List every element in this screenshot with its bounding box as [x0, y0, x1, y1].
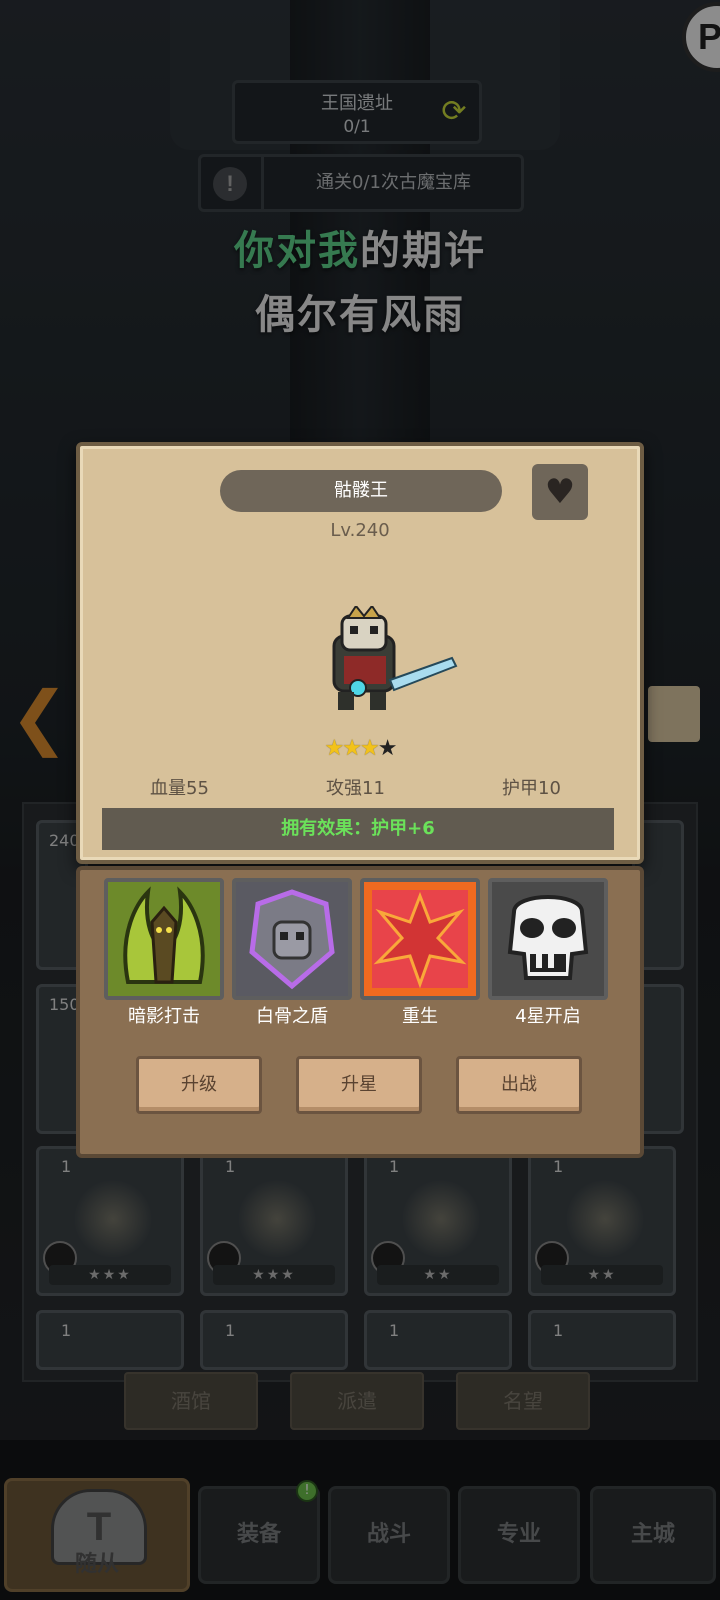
skill-panel: 暗影打击 白骨之盾 重生 4星开启 升级 升星 出战	[76, 866, 644, 1158]
star-filled-icon: ★	[324, 736, 345, 761]
skill-label: 4星开启	[515, 1006, 581, 1027]
hero-detail-panel: 骷髅王 ♥ Lv.240 ★★★★ 血量55 攻强11 护甲10 拥有效果：护甲…	[76, 442, 644, 864]
skill-label: 白骨之盾	[256, 1006, 328, 1027]
star-empty-icon: ★	[377, 736, 398, 761]
star-filled-icon: ★	[360, 736, 380, 761]
skill-label: 暗影打击	[128, 1006, 200, 1027]
upgrade-button[interactable]: 升级	[136, 1056, 262, 1114]
deploy-button[interactable]: 出战	[456, 1056, 582, 1114]
skill-slot[interactable]	[360, 878, 480, 1000]
skill-slot[interactable]	[232, 878, 352, 1000]
stat-hp: 血量55	[150, 778, 209, 799]
skill-label: 重生	[402, 1006, 438, 1027]
star-filled-icon: ★	[342, 736, 362, 761]
hero-stars: ★★★★	[80, 736, 640, 761]
star-up-button[interactable]: 升星	[296, 1056, 422, 1114]
shadow-strike-icon	[108, 882, 220, 996]
stat-attack: 攻强11	[326, 778, 385, 799]
locked-skull-icon	[492, 882, 604, 996]
owned-effect: 拥有效果：护甲+6	[102, 808, 614, 850]
skill-slot[interactable]	[488, 878, 608, 1000]
heart-icon[interactable]: ♥	[532, 464, 588, 520]
skill-slot[interactable]	[104, 878, 224, 1000]
hero-level: Lv.240	[330, 520, 390, 541]
rebirth-icon	[364, 882, 476, 996]
bone-shield-icon	[236, 882, 348, 996]
stat-armor: 护甲10	[502, 778, 561, 799]
hero-name: 骷髅王	[220, 470, 502, 512]
hero-sprite	[332, 606, 458, 710]
